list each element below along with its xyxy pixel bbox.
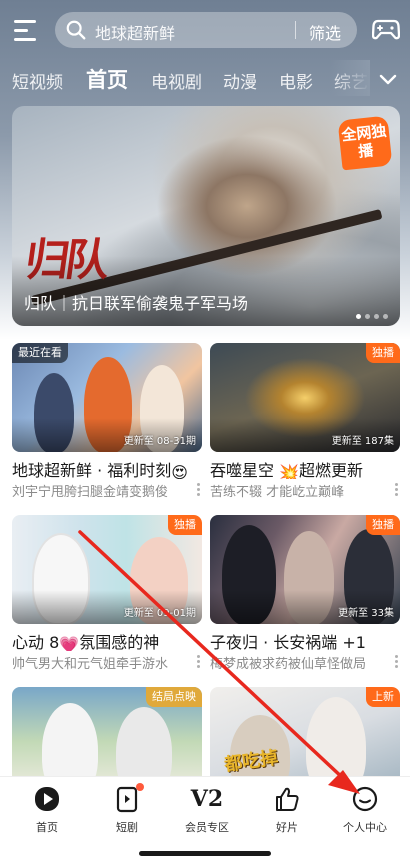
search-placeholder[interactable]: 地球超新鲜: [95, 20, 175, 44]
more-options-icon[interactable]: [392, 482, 400, 498]
tab-tv-series[interactable]: 电视剧: [151, 68, 202, 93]
tabbar-label: 好片: [276, 821, 298, 834]
tabbar-item-good-films[interactable]: 好片: [257, 785, 317, 835]
v2-vip-icon: V2: [190, 786, 224, 812]
menu-icon[interactable]: [14, 18, 38, 41]
tabbar-item-short-drama[interactable]: 短剧: [97, 783, 157, 835]
more-options-icon[interactable]: [392, 654, 400, 670]
heart-eyes-emoji-icon: 😍: [171, 463, 188, 479]
notification-dot: [136, 783, 144, 791]
phone-play-icon: [113, 783, 144, 813]
episode-label: 更新至 33集: [338, 608, 394, 619]
new-release-tag: 上新: [366, 687, 400, 707]
hero-banner[interactable]: 归队 全网独播 归队｜抗日联军偷袭鬼子军马场: [12, 106, 400, 326]
tabbar-item-profile[interactable]: 个人中心: [335, 785, 395, 835]
tabbar-label: 首页: [36, 821, 58, 834]
carousel-dot[interactable]: [383, 314, 388, 319]
recently-watched-tag: 最近在看: [12, 343, 68, 363]
carousel-dot[interactable]: [365, 314, 370, 319]
card-title: 心动 8💗氛围感的神: [12, 629, 202, 651]
card-subtitle: 帅气男大和元气姐牵手游水: [12, 657, 169, 671]
channel-nav: 短视频 首页 电视剧 动漫 电影 综艺: [0, 60, 410, 96]
filter-button[interactable]: 筛选: [309, 20, 341, 44]
carousel-dot[interactable]: [356, 314, 361, 319]
episode-label: 更新至 08-31期: [123, 436, 196, 447]
tabbar-item-home[interactable]: 首页: [17, 785, 77, 835]
tabbar-label: 个人中心: [343, 821, 387, 834]
tab-short-video[interactable]: 短视频: [12, 68, 63, 93]
tabbar-label: 会员专区: [185, 821, 229, 834]
video-thumbnail[interactable]: 最近在看 更新至 08-31期: [12, 343, 202, 452]
video-card[interactable]: 最近在看 更新至 08-31期 地球超新鲜 · 福利时刻😍 刘宇宁甩胯扫腿金靖变…: [12, 343, 202, 499]
search-bar[interactable]: 地球超新鲜 筛选: [55, 12, 357, 48]
card-subtitle: 苦练不辍 才能屹立巅峰: [210, 485, 345, 499]
video-thumbnail[interactable]: 独播 更新至 33集: [210, 515, 400, 624]
thumbs-up-icon: [273, 785, 301, 813]
tab-movie[interactable]: 电影: [279, 68, 313, 93]
card-subtitle: 刘宇宁甩胯扫腿金靖变鹅俊: [12, 485, 169, 499]
video-card[interactable]: 独播 更新至 187集 吞噬星空 💥超燃更新 苦练不辍 才能屹立巅峰: [210, 343, 400, 499]
explosion-emoji-icon: 💥: [279, 463, 300, 479]
search-icon: [66, 20, 86, 40]
carousel-dot[interactable]: [374, 314, 379, 319]
more-options-icon[interactable]: [194, 482, 202, 498]
tab-home[interactable]: 首页: [86, 64, 128, 94]
banner-caption: 归队｜抗日联军偷袭鬼子军马场: [24, 294, 249, 313]
episode-label: 更新至 09-01期: [123, 608, 196, 619]
tab-anime[interactable]: 动漫: [223, 68, 257, 93]
card-title: 吞噬星空 💥超燃更新: [210, 457, 400, 479]
chevron-down-icon[interactable]: [377, 68, 399, 90]
card-title: 子夜归 · 长安祸端 +1: [210, 633, 366, 651]
exclusive-tag: 独播: [366, 343, 400, 363]
exclusive-tag: 独播: [366, 515, 400, 535]
gamepad-icon[interactable]: [372, 17, 400, 41]
video-thumbnail[interactable]: 独播 更新至 187集: [210, 343, 400, 452]
exclusive-badge: 全网独播: [337, 115, 393, 171]
heart-emoji-icon: 💗: [59, 635, 80, 651]
video-thumbnail[interactable]: 独播 更新至 09-01期: [12, 515, 202, 624]
episode-label: 更新至 187集: [331, 436, 394, 447]
carousel-dots[interactable]: [352, 304, 388, 319]
home-indicator: [139, 851, 271, 856]
card-title: 地球超新鲜 · 福利时刻😍: [12, 457, 202, 479]
exclusive-tag: 独播: [168, 515, 202, 535]
finale-preview-tag: 结局点映: [146, 687, 202, 707]
search-divider: [295, 21, 296, 39]
card-subtitle: 梅梦成被求药被仙草怪做局: [210, 657, 367, 671]
more-options-icon[interactable]: [194, 654, 202, 670]
play-logo-icon: [33, 785, 61, 813]
tabbar-item-vip[interactable]: V2 会员专区: [177, 785, 237, 835]
tabbar-label: 短剧: [116, 821, 138, 834]
smile-face-icon: [351, 785, 379, 813]
top-header: 地球超新鲜 筛选: [0, 0, 410, 60]
video-card[interactable]: 独播 更新至 33集 子夜归 · 长安祸端 +1 梅梦成被求药被仙草怪做局: [210, 515, 400, 671]
video-card[interactable]: 独播 更新至 09-01期 心动 8💗氛围感的神 帅气男大和元气姐牵手游水: [12, 515, 202, 671]
